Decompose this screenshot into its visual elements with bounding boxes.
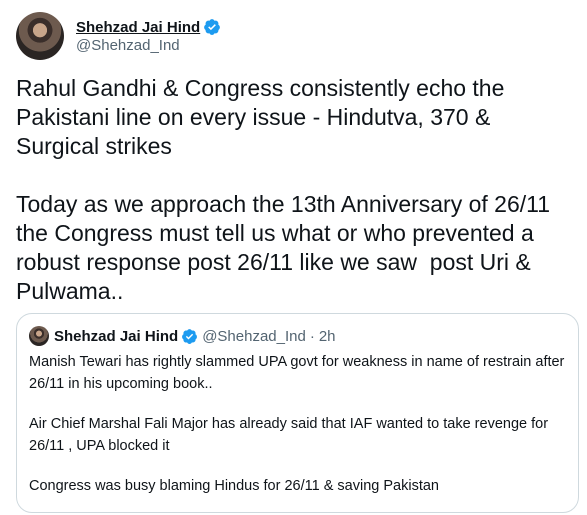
tweet-header: Shehzad Jai Hind @Shehzad_Ind <box>16 12 221 60</box>
quoted-paragraph: Air Chief Marshal Fali Major has already… <box>29 416 549 454</box>
quoted-handle: @Shehzad_Ind <box>202 327 306 345</box>
quoted-avatar <box>29 326 49 346</box>
author-info: Shehzad Jai Hind @Shehzad_Ind <box>76 18 221 54</box>
quoted-separator: · <box>309 327 315 345</box>
avatar[interactable] <box>16 12 64 60</box>
author-name-row: Shehzad Jai Hind <box>76 18 221 36</box>
quoted-tweet[interactable]: Shehzad Jai Hind @Shehzad_Ind · 2h Manis… <box>16 313 579 513</box>
quoted-tweet-text: Manish Tewari has rightly slammed UPA go… <box>29 351 569 515</box>
verified-badge-icon <box>182 328 198 344</box>
tweet-card: Shehzad Jai Hind @Shehzad_Ind Rahul Gand… <box>0 0 587 513</box>
quoted-paragraph: Congress was busy blaming Hindus for 26/… <box>29 478 439 494</box>
verified-badge-icon <box>204 19 221 35</box>
author-display-name[interactable]: Shehzad Jai Hind <box>76 19 200 36</box>
author-handle[interactable]: @Shehzad_Ind <box>76 37 221 54</box>
tweet-text: Rahul Gandhi & Congress consistently ech… <box>16 75 551 304</box>
quoted-display-name: Shehzad Jai Hind <box>54 327 179 345</box>
quoted-timestamp[interactable]: 2h <box>319 328 336 345</box>
quoted-tweet-header: Shehzad Jai Hind @Shehzad_Ind · 2h <box>29 325 336 347</box>
quoted-paragraph: Manish Tewari has rightly slammed UPA go… <box>29 354 565 392</box>
